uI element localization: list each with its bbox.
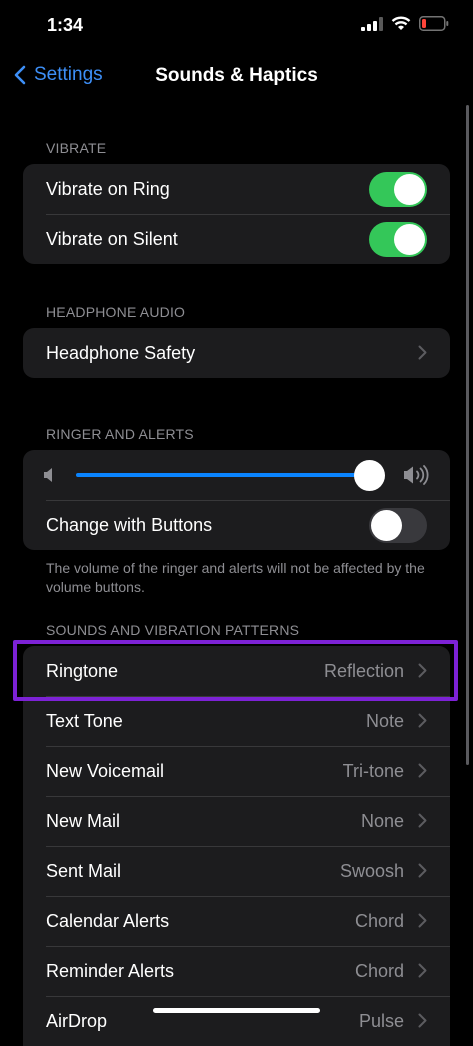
volume-slider-row — [23, 450, 450, 500]
vibrate-on-ring-row: Vibrate on Ring — [23, 164, 450, 214]
row-label: New Mail — [46, 810, 121, 831]
page-title: Sounds & Haptics — [155, 65, 318, 86]
row-label: Vibrate on Ring — [46, 178, 170, 199]
row-label: Sent Mail — [46, 860, 122, 881]
row-label: New Voicemail — [46, 760, 165, 781]
chevron-right-icon — [418, 763, 427, 778]
row-value: Reflection — [323, 661, 404, 681]
row-label: Ringtone — [46, 660, 119, 681]
headphone-group: Headphone Safety — [23, 328, 450, 378]
vibrate-on-silent-row: Vibrate on Silent — [23, 214, 450, 264]
vibrate-on-ring-toggle[interactable] — [369, 172, 427, 207]
row-value: Tri-tone — [342, 761, 404, 781]
wifi-icon — [391, 16, 411, 30]
text-tone-row[interactable]: Text Tone Note — [23, 696, 450, 746]
row-label: Vibrate on Silent — [46, 228, 178, 249]
ringtone-row[interactable]: Ringtone Reflection — [23, 646, 450, 696]
row-value: Note — [365, 711, 404, 731]
toggle-knob — [394, 224, 425, 255]
chevron-right-icon — [418, 813, 427, 828]
chevron-right-icon — [418, 913, 427, 928]
section-header-sounds-and-vibration-patterns: SOUNDS AND VIBRATION PATTERNS — [46, 622, 300, 638]
section-header-headphone-audio: HEADPHONE AUDIO — [46, 304, 186, 320]
airdrop-row[interactable]: AirDrop Pulse — [23, 996, 450, 1046]
row-value: None — [360, 811, 404, 831]
reminder-alerts-row[interactable]: Reminder Alerts Chord — [23, 946, 450, 996]
vibrate-on-silent-toggle[interactable] — [369, 222, 427, 257]
row-label: Text Tone — [46, 710, 123, 731]
chevron-right-icon — [418, 963, 427, 978]
toggle-knob — [371, 510, 402, 541]
row-label: AirDrop — [46, 1010, 108, 1031]
status-time: 1:34 — [47, 15, 84, 35]
volume-slider-thumb[interactable] — [354, 460, 385, 491]
row-label: Reminder Alerts — [46, 960, 175, 981]
calendar-alerts-row[interactable]: Calendar Alerts Chord — [23, 896, 450, 946]
chevron-right-icon — [418, 863, 427, 878]
patterns-group: Ringtone Reflection Text Tone Note New V… — [23, 646, 450, 1046]
row-value: Pulse — [358, 1011, 404, 1031]
status-bar: 1:34 — [0, 0, 473, 50]
row-value: Chord — [354, 911, 404, 931]
chevron-right-icon — [418, 345, 427, 360]
chevron-right-icon — [418, 663, 427, 678]
chevron-right-icon — [418, 713, 427, 728]
new-mail-row[interactable]: New Mail None — [23, 796, 450, 846]
ringer-footer-note: The volume of the ringer and alerts will… — [46, 560, 425, 595]
change-with-buttons-toggle[interactable] — [369, 508, 427, 543]
volume-slider-track[interactable] — [76, 473, 372, 477]
sent-mail-row[interactable]: Sent Mail Swoosh — [23, 846, 450, 896]
row-value: Chord — [354, 961, 404, 981]
scroll-indicator[interactable] — [466, 105, 469, 765]
vibrate-group: Vibrate on Ring Vibrate on Silent — [23, 164, 450, 264]
chevron-right-icon — [418, 1013, 427, 1028]
home-indicator[interactable] — [153, 1008, 320, 1013]
navigation-bar: Settings Sounds & Haptics — [0, 56, 473, 96]
headphone-safety-row[interactable]: Headphone Safety — [23, 328, 450, 378]
section-header-vibrate: VIBRATE — [46, 140, 107, 156]
section-header-ringer-and-alerts: RINGER AND ALERTS — [46, 426, 194, 442]
battery-icon — [419, 16, 449, 31]
ringer-group: Change with Buttons — [23, 450, 450, 550]
new-voicemail-row[interactable]: New Voicemail Tri-tone — [23, 746, 450, 796]
row-value: Swoosh — [339, 861, 404, 881]
row-label: Calendar Alerts — [46, 910, 170, 931]
cellular-signal-icon — [361, 16, 383, 31]
change-with-buttons-row: Change with Buttons — [23, 500, 450, 550]
speaker-high-icon — [404, 465, 429, 485]
toggle-knob — [394, 174, 425, 205]
status-icons — [361, 16, 449, 31]
row-label: Change with Buttons — [46, 514, 213, 535]
row-label: Headphone Safety — [46, 342, 196, 363]
speaker-low-icon — [44, 468, 52, 482]
